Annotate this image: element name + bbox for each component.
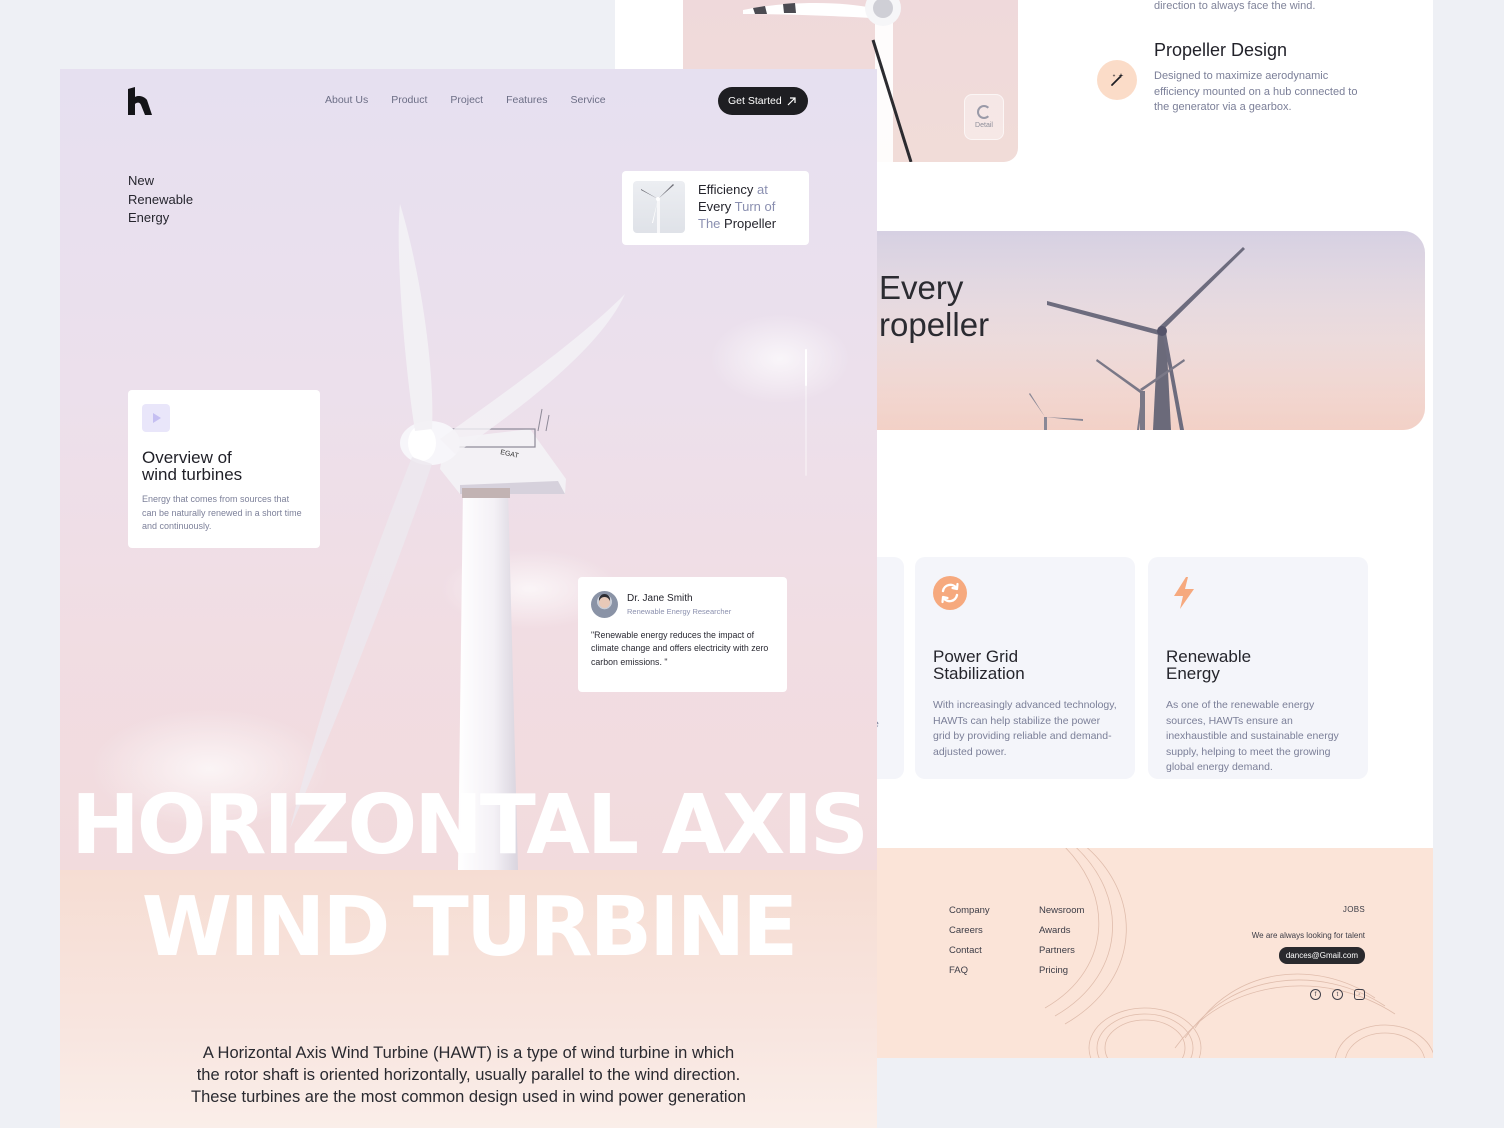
detail-label: Detail [975, 122, 993, 129]
footer-col-news: Newsroom Awards Partners Pricing [1039, 905, 1084, 976]
propeller-feature: Propeller Design Designed to maximize ae… [1097, 40, 1397, 116]
propeller-text: Designed to maximize aerodynamic efficie… [1154, 70, 1358, 113]
banner-title: Every ropeller [879, 269, 989, 343]
spinner-icon [977, 105, 991, 119]
card-text: As one of the renewable energy sources, … [1166, 699, 1339, 773]
card-title: Power Grid Stabilization [933, 647, 1025, 683]
footer-link[interactable]: Awards [1039, 925, 1084, 936]
propeller-title: Propeller Design [1154, 40, 1288, 60]
footer-link[interactable]: Company [949, 905, 990, 916]
hero-title: HORIZONTAL AXIS WIND TURBINE [60, 775, 877, 979]
lightning-icon [1166, 576, 1200, 610]
testimonial-card: Dr. Jane Smith Renewable Energy Research… [578, 577, 787, 692]
tagline-line: Energy [128, 210, 170, 225]
nav-about[interactable]: About Us [325, 94, 368, 106]
play-icon[interactable] [142, 404, 170, 432]
social-links: f t ◦ [1310, 989, 1365, 1000]
hero-intro: A Horizontal Axis Wind Turbine (HAWT) is… [191, 1044, 746, 1106]
overview-text: Energy that comes from sources that can … [142, 494, 302, 531]
testimonial-quote: "Renewable energy reduces the impact of … [591, 630, 769, 667]
nav-features[interactable]: Features [506, 94, 547, 106]
banner-title-line1: Every [879, 269, 964, 306]
arrow-up-right-icon [787, 96, 796, 105]
efficiency-card[interactable]: Efficiency at Every Turn of The Propelle… [622, 171, 809, 245]
feature-card-renewable: Renewable Energy As one of the renewable … [1148, 557, 1368, 779]
magic-wand-icon [1097, 60, 1137, 100]
cut-feature-text: direction to always face the wind. [1154, 0, 1316, 12]
author-name: Dr. Jane Smith [627, 593, 693, 604]
overview-card[interactable]: Overview of wind turbines Energy that com… [128, 390, 320, 548]
hero-title-line2: WIND TURBINE [141, 880, 799, 975]
nav-project[interactable]: Project [450, 94, 483, 106]
footer-link[interactable]: Contact [949, 945, 990, 956]
turbine-thumbnail [633, 181, 685, 233]
banner-title-line2: ropeller [879, 306, 990, 343]
banner-section: Every ropeller [815, 231, 1425, 430]
brand-logo[interactable] [128, 87, 152, 115]
front-page: EGAT About Us Product Project Features S… [60, 69, 877, 1128]
card-title: Renewable Energy [1166, 647, 1252, 683]
efficiency-text: Efficiency at Every Turn of The Propelle… [698, 182, 777, 231]
twitter-icon[interactable]: t [1332, 989, 1343, 1000]
instagram-icon[interactable]: ◦ [1354, 989, 1365, 1000]
nav-service[interactable]: Service [571, 94, 606, 106]
footer: igher Company Careers Contact FAQ Newsro… [815, 848, 1433, 1058]
email-button[interactable]: dances@Gmail.com [1278, 947, 1365, 964]
facebook-icon[interactable]: f [1310, 989, 1321, 1000]
footer-link[interactable]: Partners [1039, 945, 1084, 956]
card-text: With increasingly advanced technology, H… [933, 699, 1117, 758]
jobs-label: JOBS [1342, 905, 1365, 914]
tagline-line: Renewable [128, 191, 194, 207]
author-role: Renewable Energy Researcher [627, 607, 732, 616]
refresh-icon [933, 576, 967, 610]
scroll-thumb[interactable] [805, 349, 807, 386]
footer-link[interactable]: FAQ [949, 965, 990, 976]
talent-text: We are always looking for talent [1251, 931, 1365, 940]
overview-title: Overview of wind turbines [142, 448, 243, 484]
detail-button[interactable]: Detail [964, 94, 1004, 140]
tagline-line: New [128, 173, 155, 188]
get-started-label: Get Started [728, 95, 782, 107]
main-nav: About Us Product Project Features Servic… [325, 94, 606, 106]
footer-link[interactable]: Pricing [1039, 965, 1084, 976]
testimonial-header: Dr. Jane Smith Renewable Energy Research… [591, 591, 774, 618]
footer-col-company: Company Careers Contact FAQ [949, 905, 990, 976]
nav-product[interactable]: Product [391, 94, 427, 106]
turbine-thumbnail-art [641, 184, 674, 233]
avatar [591, 591, 618, 618]
footer-link[interactable]: Careers [949, 925, 990, 936]
hero-title-line1: HORIZONTAL AXIS [71, 778, 869, 873]
footer-link[interactable]: Newsroom [1039, 905, 1084, 916]
hero-tagline: New Renewable Energy [128, 172, 218, 228]
get-started-button[interactable]: Get Started [718, 87, 808, 115]
feature-card-power-grid: Power Grid Stabilization With increasingl… [915, 557, 1135, 779]
